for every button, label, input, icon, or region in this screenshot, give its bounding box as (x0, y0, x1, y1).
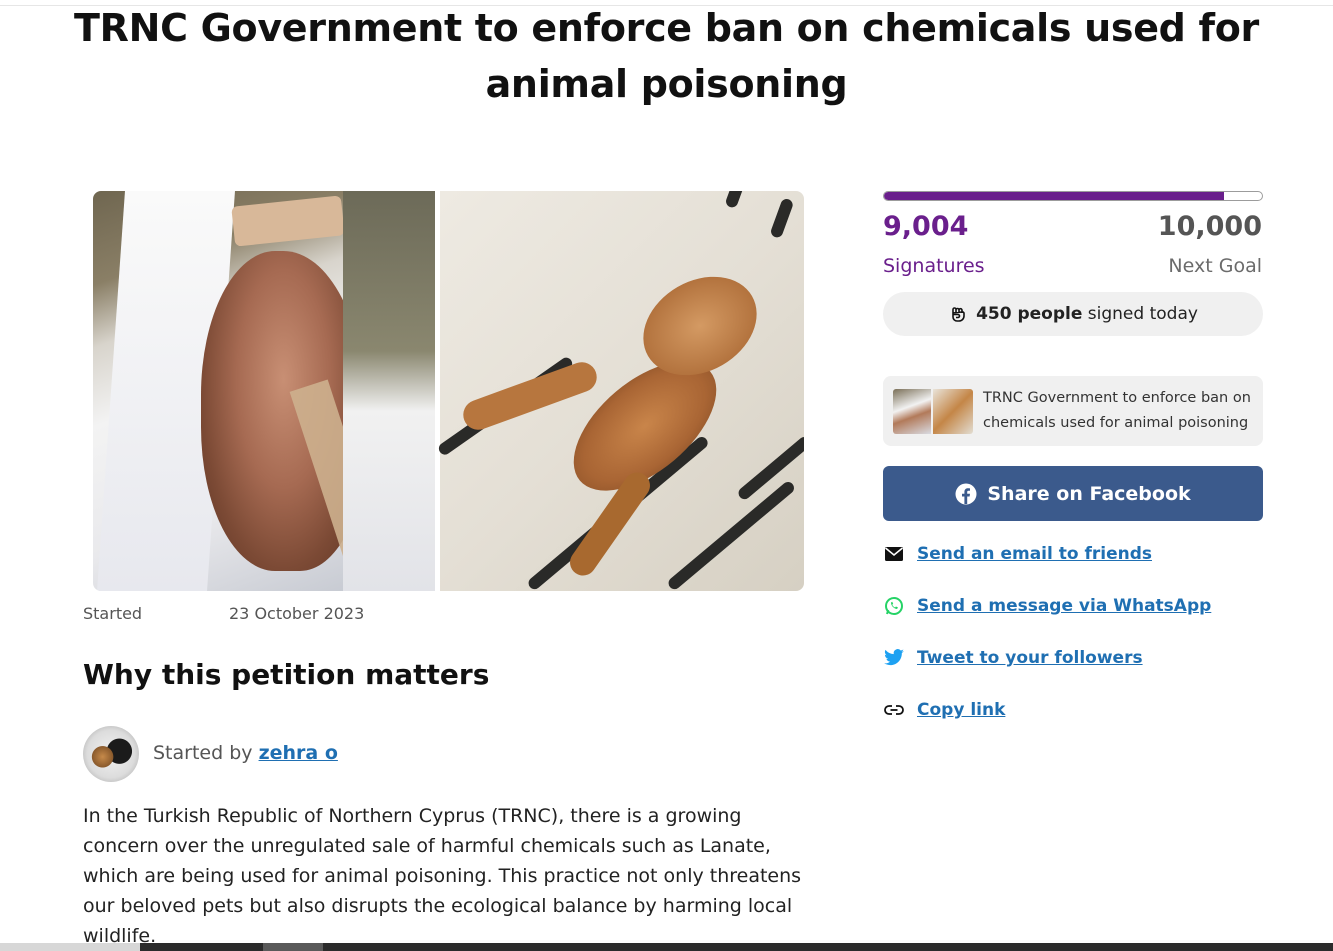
signed-today-pill: 450 people signed today (883, 292, 1263, 336)
petition-hero-image (93, 191, 804, 591)
started-label: Started (83, 604, 143, 623)
scrollbar-thumb[interactable] (263, 943, 323, 951)
share-twitter-link[interactable]: Tweet to your followers (917, 648, 1143, 668)
copy-link[interactable]: Copy link (917, 700, 1005, 720)
signature-label: Signatures (883, 255, 985, 277)
cat-photo (436, 191, 804, 591)
facebook-icon (955, 483, 977, 505)
email-icon (883, 543, 905, 565)
preview-thumbnail (893, 389, 973, 434)
share-email-row[interactable]: Send an email to friends (883, 541, 1152, 567)
signature-progress-bar (883, 191, 1263, 201)
signed-today-count: 450 people (976, 304, 1083, 324)
share-twitter-row[interactable]: Tweet to your followers (883, 645, 1143, 671)
signed-today-suffix: signed today (1087, 304, 1198, 324)
signature-count: 9,004 (883, 211, 969, 242)
started-by: Started by zehra o (153, 740, 338, 766)
share-preview-card: TRNC Government to enforce ban on chemic… (883, 376, 1263, 446)
section-heading: Why this petition matters (83, 658, 490, 691)
share-whatsapp-row[interactable]: Send a message via WhatsApp (883, 593, 1211, 619)
petition-body: In the Turkish Republic of Northern Cypr… (83, 805, 802, 947)
whatsapp-icon (883, 595, 905, 617)
goal-count: 10,000 (1157, 211, 1262, 242)
copy-link-row[interactable]: Copy link (883, 697, 1005, 723)
share-whatsapp-link[interactable]: Send a message via WhatsApp (917, 596, 1211, 616)
author-avatar[interactable] (83, 726, 139, 782)
share-facebook-label: Share on Facebook (987, 482, 1191, 505)
started-date: 23 October 2023 (229, 604, 365, 623)
twitter-icon (883, 647, 905, 669)
petition-title: TRNC Government to enforce ban on chemic… (74, 6, 1259, 106)
preview-text: TRNC Government to enforce ban on chemic… (983, 390, 1251, 431)
goal-label: Next Goal (1168, 255, 1262, 277)
share-email-link[interactable]: Send an email to friends (917, 544, 1152, 564)
started-by-prefix: Started by (153, 742, 253, 764)
horizontal-scrollbar[interactable] (0, 943, 1333, 951)
link-icon (883, 699, 905, 721)
dog-photo (93, 191, 435, 591)
signature-progress-fill (884, 192, 1225, 200)
author-link[interactable]: zehra o (259, 742, 338, 764)
share-facebook-button[interactable]: Share on Facebook (883, 466, 1263, 521)
fist-icon (948, 304, 968, 324)
